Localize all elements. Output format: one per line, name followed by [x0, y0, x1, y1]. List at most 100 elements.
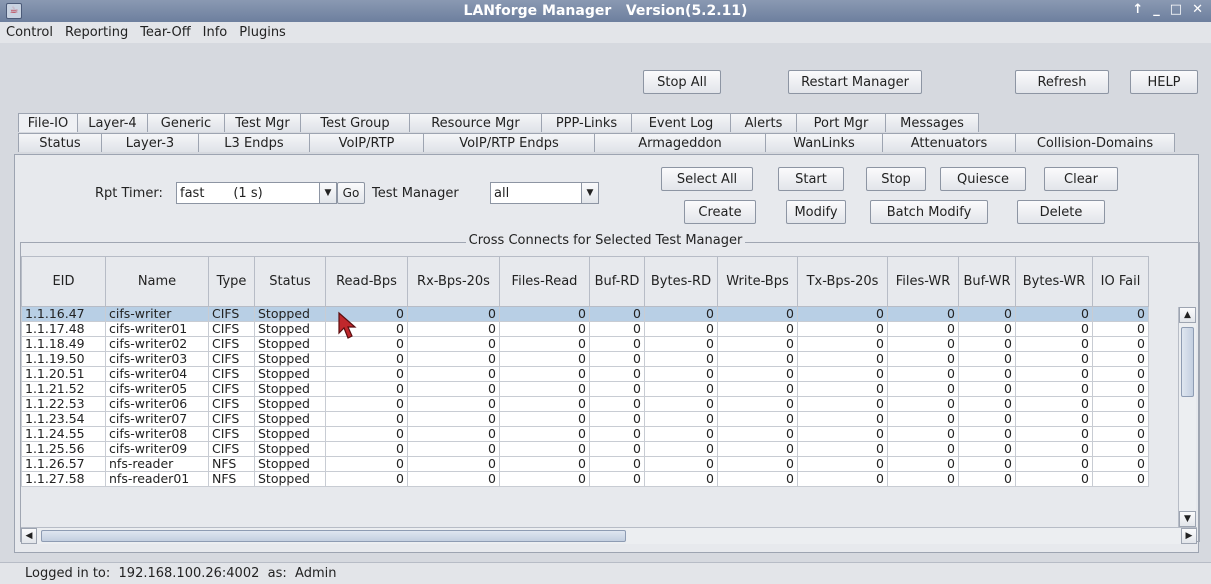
menu-tear-off[interactable]: Tear-Off	[140, 25, 190, 40]
table-row[interactable]: 1.1.18.49 cifs-writer02 CIFS Stopped 0 0 0 0 0 0 0…	[21, 336, 1149, 352]
menu-reporting[interactable]: Reporting	[65, 25, 128, 40]
table-cell: 0	[887, 336, 959, 352]
table-row[interactable]: 1.1.27.58 nfs-reader01 NFS Stopped 0 0 0 0 0 0 0 0 0…	[21, 471, 1149, 487]
table-row[interactable]: 1.1.23.54 cifs-writer07 CIFS Stopped 0 0 0 0 0 0 0…	[21, 411, 1149, 427]
column-header-buf-rd[interactable]: Buf-RD	[589, 256, 645, 307]
test-manager-select[interactable]: all	[490, 182, 582, 204]
column-header-io-fail[interactable]: IO Fail	[1092, 256, 1149, 307]
create-button[interactable]: Create	[684, 200, 756, 224]
column-header-type[interactable]: Type	[208, 256, 255, 307]
table-cell: 0	[325, 381, 408, 397]
tab-resource-mgr[interactable]: Resource Mgr	[409, 113, 542, 132]
column-header-bytes-rd[interactable]: Bytes-RD	[644, 256, 718, 307]
table-cell: 0	[717, 426, 798, 442]
scroll-down-icon[interactable]: ▼	[1179, 511, 1196, 527]
modify-button[interactable]: Modify	[786, 200, 846, 224]
start-button[interactable]: Start	[778, 167, 844, 191]
pin-icon[interactable]: ↑	[1132, 2, 1143, 17]
table-row[interactable]: 1.1.20.51 cifs-writer04 CIFS Stopped 0 0 0 0 0 0 0…	[21, 366, 1149, 382]
close-icon[interactable]: ✕	[1192, 2, 1203, 17]
rpt-timer-select[interactable]: fast (1 s)	[176, 182, 320, 204]
tab-file-io[interactable]: File-IO	[18, 113, 78, 132]
tab-generic[interactable]: Generic	[147, 113, 225, 132]
vertical-scrollbar[interactable]: ▲ ▼	[1178, 307, 1196, 527]
minimize-icon[interactable]: _	[1153, 2, 1160, 17]
help-button[interactable]: HELP	[1130, 70, 1198, 94]
table-row[interactable]: 1.1.24.55 cifs-writer08 CIFS Stopped 0 0 0 0 0 0 0…	[21, 426, 1149, 442]
tab-attenuators[interactable]: Attenuators	[882, 133, 1016, 152]
table-cell: 0	[958, 366, 1016, 382]
table-cell: 0	[644, 381, 718, 397]
tab-messages[interactable]: Messages	[885, 113, 979, 132]
quiesce-button[interactable]: Quiesce	[940, 167, 1026, 191]
select-all-button[interactable]: Select All	[661, 167, 753, 191]
table-cell: 0	[589, 441, 645, 457]
maximize-icon[interactable]: □	[1170, 2, 1182, 17]
column-header-files-wr[interactable]: Files-WR	[887, 256, 959, 307]
menu-info[interactable]: Info	[203, 25, 228, 40]
column-header-write-bps[interactable]: Write-Bps	[717, 256, 798, 307]
column-header-bytes-wr[interactable]: Bytes-WR	[1015, 256, 1093, 307]
table-row[interactable]: 1.1.22.53 cifs-writer06 CIFS Stopped 0 0 0 0 0 0 0…	[21, 396, 1149, 412]
table-row[interactable]: 1.1.25.56 cifs-writer09 CIFS Stopped 0 0 0 0 0 0 0…	[21, 441, 1149, 457]
tab-event-log[interactable]: Event Log	[631, 113, 731, 132]
table-cell: 0	[717, 381, 798, 397]
go-button[interactable]: Go	[337, 182, 365, 204]
tab-voip-rtp-endps[interactable]: VoIP/RTP Endps	[423, 133, 595, 152]
tab-status[interactable]: Status	[18, 133, 102, 152]
table-row[interactable]: 1.1.26.57 nfs-reader NFS Stopped 0 0 0 0 0 0 0 0 0 0 0	[21, 456, 1149, 472]
table-cell: 1.1.19.50	[21, 351, 106, 367]
column-header-tx-bps-20s[interactable]: Tx-Bps-20s	[797, 256, 888, 307]
table-cell: 0	[717, 336, 798, 352]
tab-alerts[interactable]: Alerts	[730, 113, 797, 132]
menu-plugins[interactable]: Plugins	[239, 25, 286, 40]
tab-port-mgr[interactable]: Port Mgr	[796, 113, 886, 132]
tab-test-group[interactable]: Test Group	[300, 113, 410, 132]
table-cell: cifs-writer07	[105, 411, 209, 427]
column-header-buf-wr[interactable]: Buf-WR	[958, 256, 1016, 307]
tab-ppp-links[interactable]: PPP-Links	[541, 113, 632, 132]
tab-wanlinks[interactable]: WanLinks	[765, 133, 883, 152]
test-manager-dropdown-icon[interactable]: ▼	[581, 182, 599, 204]
table-row[interactable]: 1.1.19.50 cifs-writer03 CIFS Stopped 0 0 0 0 0 0 0…	[21, 351, 1149, 367]
scroll-up-icon[interactable]: ▲	[1179, 307, 1196, 323]
tab-voip-rtp[interactable]: VoIP/RTP	[309, 133, 424, 152]
table-cell: 0	[644, 351, 718, 367]
menu-control[interactable]: Control	[6, 25, 53, 40]
column-header-eid[interactable]: EID	[21, 256, 106, 307]
column-header-status[interactable]: Status	[254, 256, 326, 307]
tab-layer-3[interactable]: Layer-3	[101, 133, 199, 152]
tab-layer-4[interactable]: Layer-4	[77, 113, 148, 132]
table-row[interactable]: 1.1.17.48 cifs-writer01 CIFS Stopped 0 0 0 0 0 0 0…	[21, 321, 1149, 337]
table-cell: 0	[717, 471, 798, 487]
tab-row-2: Status Layer-3 L3 Endps VoIP/RTP VoIP/RT…	[18, 133, 1175, 152]
column-header-rx-bps-20s[interactable]: Rx-Bps-20s	[407, 256, 500, 307]
tab-test-mgr[interactable]: Test Mgr	[224, 113, 301, 132]
vertical-scroll-thumb[interactable]	[1181, 327, 1194, 397]
stop-button[interactable]: Stop	[866, 167, 926, 191]
scroll-left-icon[interactable]: ◀	[21, 528, 37, 544]
scroll-right-icon[interactable]: ▶	[1181, 528, 1197, 544]
table-row[interactable]: 1.1.21.52 cifs-writer05 CIFS Stopped 0 0 0 0 0 0 0…	[21, 381, 1149, 397]
batch-modify-button[interactable]: Batch Modify	[870, 200, 988, 224]
column-header-files-read[interactable]: Files-Read	[499, 256, 590, 307]
stop-all-button[interactable]: Stop All	[643, 70, 721, 94]
table-cell: 1.1.20.51	[21, 366, 106, 382]
table-row[interactable]: 1.1.16.47 cifs-writer CIFS Stopped 0 0 0 0 0 0 0 0 0…	[21, 306, 1149, 322]
tab-l3-endps[interactable]: L3 Endps	[198, 133, 310, 152]
column-header-read-bps[interactable]: Read-Bps	[325, 256, 408, 307]
horizontal-scroll-thumb[interactable]	[41, 530, 626, 542]
rpt-timer-dropdown-icon[interactable]: ▼	[319, 182, 337, 204]
table-cell: 0	[717, 411, 798, 427]
tab-collision-domains[interactable]: Collision-Domains	[1015, 133, 1175, 152]
table-cell: 0	[325, 456, 408, 472]
table-cell: 0	[644, 411, 718, 427]
tab-armageddon[interactable]: Armageddon	[594, 133, 766, 152]
clear-button[interactable]: Clear	[1044, 167, 1118, 191]
delete-button[interactable]: Delete	[1017, 200, 1105, 224]
refresh-button[interactable]: Refresh	[1015, 70, 1109, 94]
column-header-name[interactable]: Name	[105, 256, 209, 307]
mouse-cursor-icon	[338, 311, 357, 339]
horizontal-scrollbar[interactable]: ◀ ▶	[21, 527, 1197, 544]
restart-manager-button[interactable]: Restart Manager	[788, 70, 922, 94]
